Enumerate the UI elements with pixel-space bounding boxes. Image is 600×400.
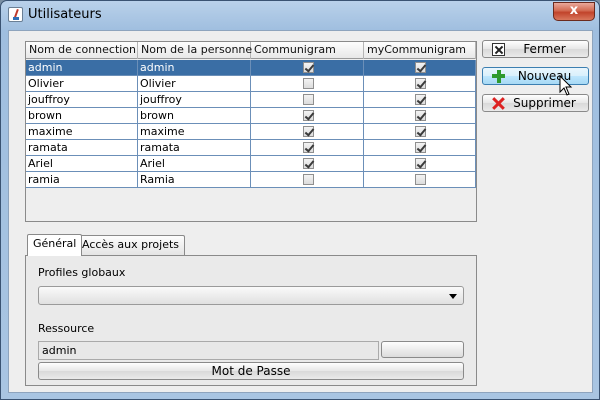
- communigram-checkbox[interactable]: [302, 174, 314, 185]
- table-header: Nom de connection Nom de la personne Com…: [26, 42, 476, 59]
- resource-browse-button[interactable]: [381, 341, 464, 358]
- cell-login[interactable]: maxime: [26, 124, 138, 139]
- cell-person-name[interactable]: brown: [138, 108, 251, 123]
- cell-communigram: [251, 92, 364, 107]
- cell-login[interactable]: ramia: [26, 172, 138, 187]
- communigram-checkbox[interactable]: [302, 110, 314, 121]
- table-row[interactable]: ramia Ramia: [26, 172, 476, 188]
- chevron-down-icon: [449, 294, 457, 299]
- mycommunigram-checkbox[interactable]: [415, 78, 426, 89]
- window-close-button[interactable]: x: [553, 2, 595, 21]
- cell-mycommunigram: [364, 108, 476, 123]
- mouse-pointer-icon: [559, 75, 573, 96]
- cell-login[interactable]: Olivier: [26, 76, 138, 91]
- cell-person-name[interactable]: Olivier: [138, 76, 251, 91]
- column-header-login[interactable]: Nom de connection: [26, 42, 138, 59]
- delete-x-icon: [492, 97, 505, 110]
- cell-mycommunigram: [364, 156, 476, 171]
- mycommunigram-checkbox[interactable]: [415, 158, 426, 169]
- java-app-icon: [8, 7, 23, 22]
- cell-login[interactable]: brown: [26, 108, 138, 123]
- cell-login[interactable]: admin: [26, 60, 138, 75]
- cell-communigram: [251, 156, 364, 171]
- cell-communigram: [251, 172, 364, 187]
- title-bar[interactable]: Utilisateurs x: [1, 1, 599, 29]
- dialog-content: Nom de connection Nom de la personne Com…: [8, 30, 593, 393]
- cell-communigram: [251, 76, 364, 91]
- table-row[interactable]: ramata ramata: [26, 140, 476, 156]
- cell-mycommunigram: [364, 60, 476, 75]
- cell-communigram: [251, 108, 364, 123]
- table-row[interactable]: jouffroy jouffroy: [26, 92, 476, 108]
- window-close-icon: [492, 43, 505, 56]
- mycommunigram-checkbox[interactable]: [415, 126, 426, 137]
- password-button[interactable]: Mot de Passe: [38, 362, 464, 380]
- profiles-label: Profiles globaux: [38, 266, 126, 279]
- cell-person-name[interactable]: Ariel: [138, 156, 251, 171]
- resource-label: Ressource: [38, 322, 95, 335]
- users-table: Nom de connection Nom de la personne Com…: [25, 41, 477, 222]
- cell-person-name[interactable]: jouffroy: [138, 92, 251, 107]
- mycommunigram-checkbox[interactable]: [415, 174, 426, 185]
- column-header-person-name[interactable]: Nom de la personne: [138, 42, 252, 59]
- tab-general[interactable]: Général: [27, 234, 83, 256]
- close-button-label: Fermer: [523, 42, 566, 56]
- tab-project-access[interactable]: Accès aux projets: [76, 235, 186, 255]
- general-tab-panel: Profiles globaux Ressource admin Mot de …: [25, 255, 477, 386]
- users-window: Utilisateurs x Nom de connection Nom de …: [0, 0, 600, 400]
- cell-person-name[interactable]: ramata: [138, 140, 251, 155]
- cell-login[interactable]: ramata: [26, 140, 138, 155]
- cell-person-name[interactable]: admin: [138, 60, 251, 75]
- close-button[interactable]: Fermer: [482, 40, 589, 58]
- table-row[interactable]: admin admin: [26, 60, 476, 76]
- cell-person-name[interactable]: Ramia: [138, 172, 251, 187]
- cell-login[interactable]: Ariel: [26, 156, 138, 171]
- cell-mycommunigram: [364, 172, 476, 187]
- cell-communigram: [251, 60, 364, 75]
- plus-icon: [492, 70, 505, 83]
- communigram-checkbox[interactable]: [302, 78, 314, 89]
- mycommunigram-checkbox[interactable]: [415, 62, 426, 73]
- cell-mycommunigram: [364, 76, 476, 91]
- mycommunigram-checkbox[interactable]: [415, 142, 426, 153]
- table-row[interactable]: Olivier Olivier: [26, 76, 476, 92]
- table-row[interactable]: maxime maxime: [26, 124, 476, 140]
- mycommunigram-checkbox[interactable]: [415, 94, 426, 105]
- communigram-checkbox[interactable]: [302, 94, 314, 105]
- cell-communigram: [251, 124, 364, 139]
- communigram-checkbox[interactable]: [302, 158, 314, 169]
- cell-mycommunigram: [364, 92, 476, 107]
- cell-communigram: [251, 140, 364, 155]
- cell-login[interactable]: jouffroy: [26, 92, 138, 107]
- global-profiles-dropdown[interactable]: [38, 286, 464, 305]
- table-row[interactable]: brown brown: [26, 108, 476, 124]
- column-header-communigram[interactable]: Communigram: [251, 42, 364, 59]
- column-header-mycommunigram[interactable]: myCommunigram: [364, 42, 476, 59]
- communigram-checkbox[interactable]: [302, 142, 314, 153]
- communigram-checkbox[interactable]: [302, 126, 314, 137]
- window-title: Utilisateurs: [28, 7, 102, 22]
- mycommunigram-checkbox[interactable]: [415, 110, 426, 121]
- cell-person-name[interactable]: maxime: [138, 124, 251, 139]
- communigram-checkbox[interactable]: [302, 62, 314, 73]
- resource-field[interactable]: admin: [38, 341, 379, 360]
- cell-mycommunigram: [364, 124, 476, 139]
- table-row[interactable]: Ariel Ariel: [26, 156, 476, 172]
- delete-button-label: Supprimer: [513, 96, 576, 110]
- cell-mycommunigram: [364, 140, 476, 155]
